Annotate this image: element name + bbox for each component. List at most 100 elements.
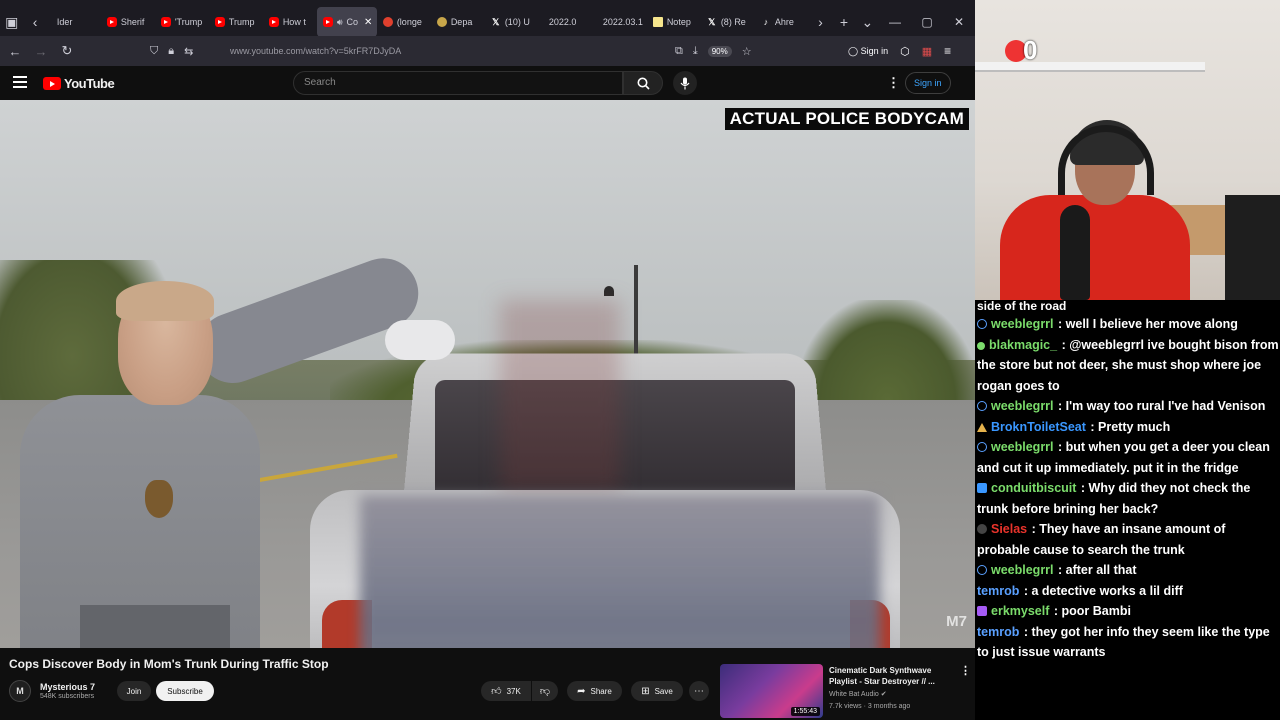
search-input[interactable]: Search (293, 71, 623, 95)
browser-tab[interactable]: How t (263, 7, 317, 37)
video-censor-blur (360, 495, 880, 648)
channel-avatar[interactable]: M (9, 680, 31, 702)
chat-badge-icon (977, 401, 987, 411)
browser-tab-label: (10) U (504, 17, 530, 27)
chat-username[interactable]: temrob (977, 625, 1019, 639)
chat-username[interactable]: erkmyself (991, 604, 1049, 618)
browser-tab[interactable]: 𝕏 (8) Re (701, 7, 755, 37)
extension-badge-icon[interactable]: ▦ (922, 45, 932, 58)
chat-message: weeblegrrl : I'm way too rural I've had … (977, 396, 1280, 417)
channel-name[interactable]: Mysterious 7 (40, 682, 95, 692)
tab-overview-icon[interactable]: ▣ (0, 8, 23, 36)
reload-icon[interactable]: ↻ (54, 38, 80, 64)
chat-username[interactable]: weeblegrrl (991, 563, 1054, 577)
recommended-video[interactable]: 1:55:43 Cinematic Dark Synthwave Playlis… (720, 662, 975, 720)
streamer-webcam: 0 (975, 0, 1280, 300)
chat-username[interactable]: Sielas (991, 522, 1027, 536)
search-button[interactable] (623, 71, 663, 95)
chat-badge-icon (977, 422, 987, 432)
account-sign-in[interactable]: ◯ Sign in (848, 46, 888, 57)
share-button[interactable]: ➦ Share (567, 681, 622, 701)
browser-tab-label: Trump (228, 17, 255, 27)
bookmark-star-icon[interactable]: ☆ (742, 45, 752, 58)
picture-in-picture-icon[interactable]: ⧉ (675, 45, 683, 58)
browser-tab-label: Co (346, 17, 358, 27)
tab-scroll-right-icon[interactable]: › (809, 8, 832, 36)
extensions-icon[interactable]: ⬡ (900, 45, 910, 58)
join-button[interactable]: Join (117, 681, 151, 701)
officer-glove (385, 320, 455, 360)
browser-tab-label: How t (282, 17, 306, 27)
chat-badge-icon (977, 483, 987, 493)
dislike-button[interactable]: 👎︎ (532, 681, 558, 701)
chat-badge-icon (977, 606, 987, 616)
browser-tab[interactable]: ♪ Ahre (755, 7, 809, 37)
recommended-title[interactable]: Cinematic Dark Synthwave Playlist - Star… (829, 665, 959, 687)
video-player[interactable]: ACTUAL POLICE BODYCAM M7 (0, 100, 975, 648)
browser-tab[interactable]: 🔊︎ Co ✕ (316, 7, 377, 37)
browser-tab[interactable]: Ider (47, 7, 101, 37)
voice-search-button[interactable] (673, 71, 697, 95)
maximize-icon[interactable]: ▢ (911, 8, 943, 36)
officer-pants (80, 605, 230, 648)
settings-kebab-icon[interactable]: ⋮ (887, 75, 900, 91)
app-menu-icon[interactable]: ≡ (944, 44, 951, 58)
chat-username[interactable]: blakmagic_ (989, 338, 1057, 352)
browser-tab[interactable]: 2022.03.1 (593, 7, 647, 37)
lock-icon[interactable]: 🔒︎ (168, 45, 174, 58)
tab-scroll-left-icon[interactable]: ‹ (23, 8, 46, 36)
tracking-shield-icon[interactable]: ⛉ (150, 45, 158, 58)
chat-username[interactable]: weeblegrrl (991, 317, 1054, 331)
chat-username[interactable]: conduitbiscuit (991, 481, 1076, 495)
like-button[interactable]: 👍︎ 37K (481, 681, 531, 701)
window-controls: — ▢ ✕ (879, 8, 975, 36)
chat-text: Pretty much (1098, 419, 1171, 434)
new-tab-icon[interactable]: + (832, 8, 855, 36)
recommended-menu-icon[interactable]: ⋮ (960, 664, 971, 677)
youtube-favicon-icon (268, 17, 279, 27)
tab-list-icon[interactable]: ⌄ (856, 8, 879, 36)
chat-username[interactable]: BroknToiletSeat (991, 420, 1086, 434)
browser-tab[interactable]: Depa (431, 7, 485, 37)
subscribe-button[interactable]: Subscribe (156, 681, 214, 701)
recommended-thumbnail[interactable]: 1:55:43 (720, 664, 823, 718)
forward-icon[interactable]: → (28, 38, 54, 64)
permissions-icon[interactable]: ⇆ (184, 45, 193, 58)
save-playlist-icon: ⊞ (641, 685, 650, 697)
browser-tab[interactable]: 'Trump (155, 7, 209, 37)
counter-value: 0 (1023, 35, 1038, 65)
browser-tab[interactable]: Sherif (101, 7, 155, 37)
youtube-logo[interactable]: YouTube (43, 76, 115, 91)
browser-tab[interactable]: 2022.0 (539, 7, 593, 37)
download-icon[interactable]: ⤓ (693, 45, 698, 58)
chat-username[interactable]: temrob (977, 584, 1019, 598)
guide-menu-icon[interactable] (13, 76, 27, 88)
browser-tab[interactable]: Trump (209, 7, 263, 37)
more-actions-button[interactable]: ⋯ (689, 681, 709, 701)
chat-username[interactable]: weeblegrrl (991, 440, 1054, 454)
recommended-channel[interactable]: White Bat Audio ✔ (829, 690, 887, 698)
save-button[interactable]: ⊞ Save (631, 681, 683, 701)
chat-username[interactable]: weeblegrrl (991, 399, 1054, 413)
gold-favicon-icon (436, 17, 447, 27)
tab-audio-icon[interactable]: 🔊︎ (337, 17, 343, 28)
chat-badge-icon (977, 565, 987, 575)
chat-separator: : (1028, 522, 1040, 536)
zoom-level[interactable]: 90% (707, 45, 732, 57)
share-arrow-icon: ➦ (577, 685, 586, 697)
back-icon[interactable]: ← (2, 38, 28, 64)
minimize-icon[interactable]: — (879, 8, 911, 36)
browser-tab[interactable]: Notep (647, 7, 701, 37)
browser-tab-label: 'Trump (174, 17, 203, 27)
webcam-overlay-counter: 0 (1005, 35, 1037, 66)
channel-text: Mysterious 7 548K subscribers (40, 682, 95, 700)
url-text[interactable]: www.youtube.com/watch?v=5krFR7DJyDA (230, 46, 401, 56)
browser-tab[interactable]: 𝕏 (10) U (485, 7, 539, 37)
address-bar[interactable]: ⛉ 🔒︎ ⇆ www.youtube.com/watch?v=5krFR7DJy… (150, 39, 820, 63)
close-window-icon[interactable]: ✕ (943, 8, 975, 36)
browser-tab-label: 2022.03.1 (602, 17, 643, 27)
close-tab-icon[interactable]: ✕ (364, 17, 372, 28)
youtube-sign-in-button[interactable]: Sign in (905, 72, 951, 194)
browser-tab[interactable]: (longe (377, 7, 431, 37)
browser-tab-label: (longe (396, 17, 422, 27)
